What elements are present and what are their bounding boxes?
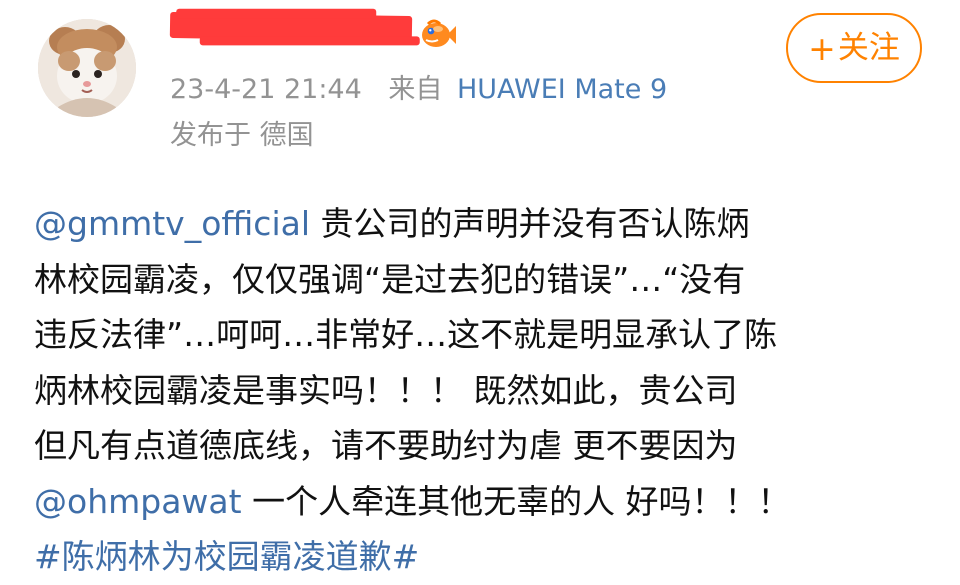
follow-button[interactable]: + 关注: [786, 13, 922, 83]
mention-ohmpawat[interactable]: @ohmpawat: [34, 482, 242, 521]
post-line: #陈炳林为校园霸凌道歉#: [34, 529, 924, 585]
post-text: 违反法律”…呵呵…非常好…这不就是明显承认了陈: [34, 315, 778, 354]
mention-gmmtv[interactable]: @gmmtv_official: [34, 204, 310, 243]
plus-icon: +: [808, 28, 836, 68]
post-body: @gmmtv_official 贵公司的声明并没有否认陈炳 林校园霸凌，仅仅强调…: [34, 196, 924, 585]
device-link[interactable]: HUAWEI Mate 9: [457, 74, 667, 105]
post-line: 炳林校园霸凌是事实吗！！！ 既然如此，贵公司: [34, 363, 924, 419]
follow-label: 关注: [837, 29, 900, 66]
post-location: 发布于 德国: [170, 120, 314, 151]
post-text: 炳林校园霸凌是事实吗！！！ 既然如此，贵公司: [34, 370, 738, 410]
post-line: 违反法律”…呵呵…非常好…这不就是明显承认了陈: [34, 307, 924, 363]
post-line: 林校园霸凌，仅仅强调“是过去犯的错误”…“没有: [34, 252, 924, 308]
source-prefix: 来自: [388, 74, 443, 105]
post-meta: 23-4-21 21:44 来自 HUAWEI Mate 9: [170, 76, 667, 103]
post-timestamp: 23-4-21 21:44: [170, 74, 362, 105]
post-text: 一个人牵连其他无辜的人 好吗！！！: [241, 481, 791, 521]
post-text: 贵公司的声明并没有否认陈炳: [310, 204, 750, 243]
post-line: 但凡有点道德底线，请不要助纣为虐 更不要因为: [34, 418, 924, 474]
hashtag-link[interactable]: #陈炳林为校园霸凌道歉#: [34, 537, 419, 576]
username-redacted[interactable]: [169, 11, 413, 43]
cat-avatar-icon: [38, 19, 136, 117]
fish-badge-icon: [416, 16, 458, 52]
avatar[interactable]: [38, 19, 136, 117]
post-text: 但凡有点道德底线，请不要助纣为虐 更不要因为: [34, 426, 738, 465]
post-line: @gmmtv_official 贵公司的声明并没有否认陈炳: [34, 196, 924, 252]
post-line: @ohmpawat 一个人牵连其他无辜的人 好吗！！！: [34, 474, 924, 530]
post-text: 林校园霸凌，仅仅强调“是过去犯的错误”…“没有: [34, 259, 746, 299]
